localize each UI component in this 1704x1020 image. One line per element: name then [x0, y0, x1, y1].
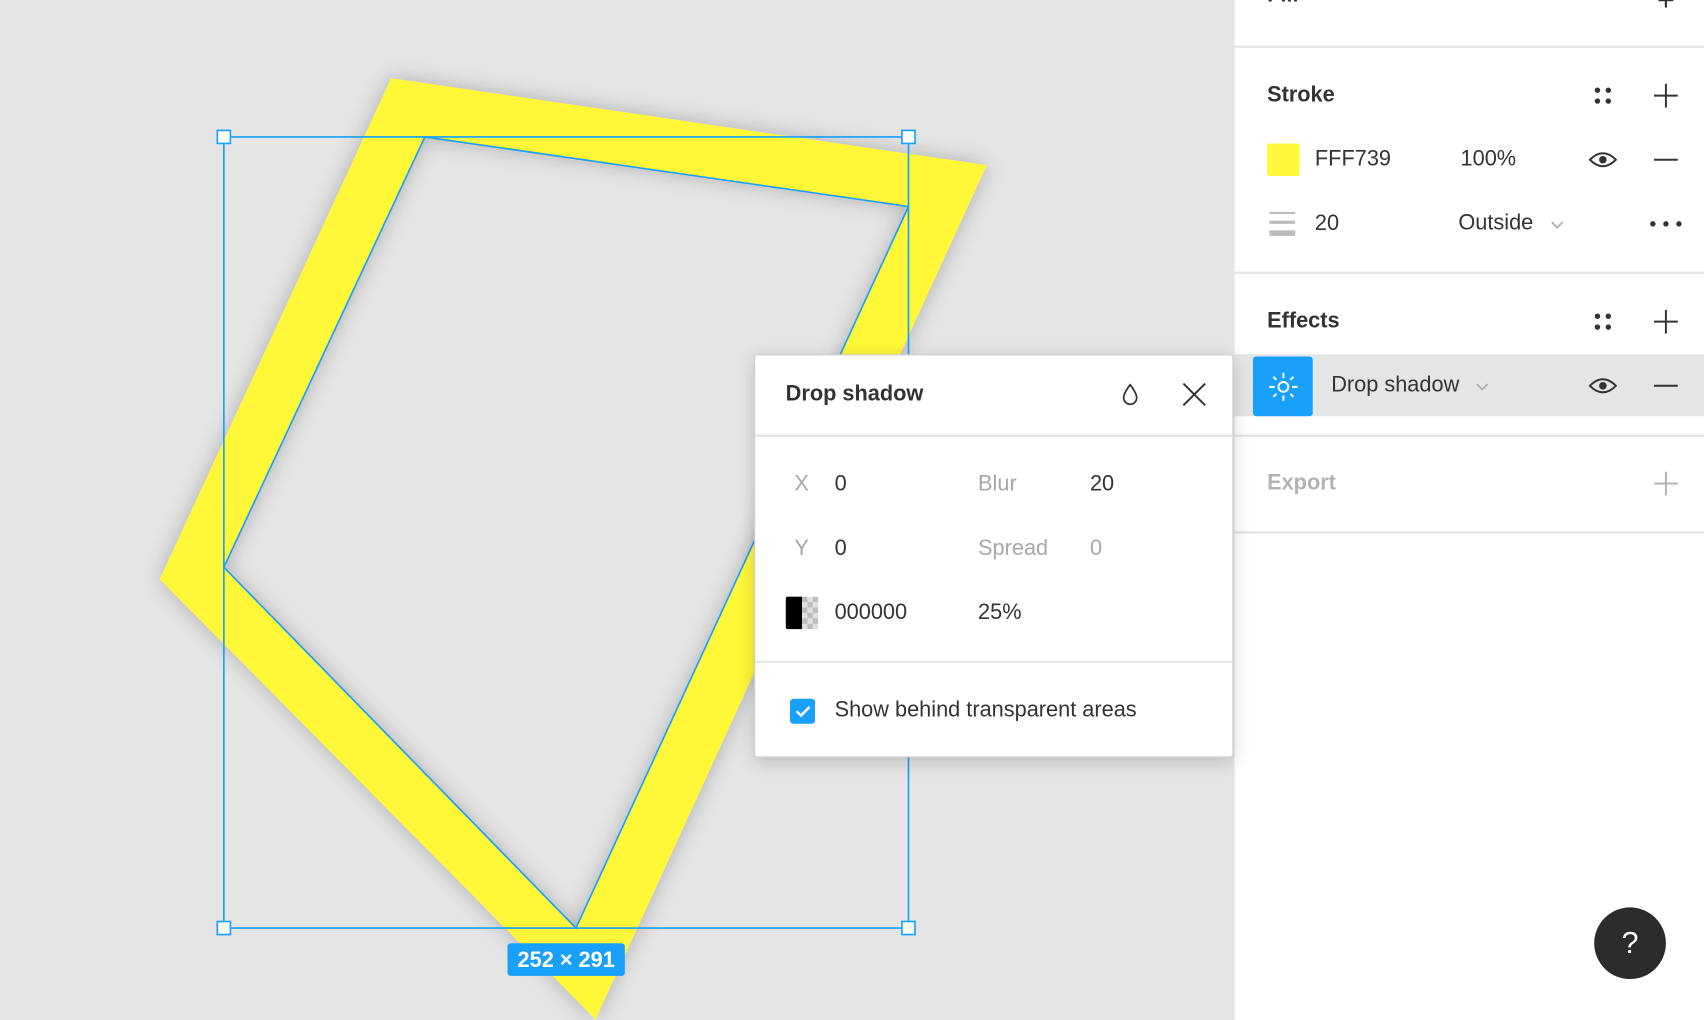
stroke-opacity[interactable]: 100%: [1461, 147, 1517, 172]
fill-heading: Fill: [1267, 0, 1298, 8]
eye-icon[interactable]: [1588, 377, 1618, 394]
x-label: X: [794, 472, 809, 497]
resize-handle-top-left[interactable]: [216, 129, 232, 145]
divider: [1234, 45, 1704, 48]
blend-drop-icon[interactable]: [1121, 383, 1138, 406]
show-behind-transparent-checkbox[interactable]: [790, 698, 816, 724]
help-label: ?: [1621, 925, 1639, 960]
y-offset-input[interactable]: 0: [835, 536, 847, 561]
chevron-down-icon: [1476, 373, 1489, 398]
resize-handle-top-right[interactable]: [901, 129, 916, 145]
shadow-color-hex[interactable]: 000000: [835, 600, 908, 625]
resize-handle-bottom-right[interactable]: [901, 920, 916, 936]
styles-grid-icon[interactable]: [1593, 86, 1613, 106]
help-button[interactable]: ?: [1594, 907, 1666, 980]
effect-type-value: Drop shadow: [1331, 373, 1460, 398]
divider: [755, 660, 1233, 663]
export-heading: Export: [1267, 471, 1336, 495]
stroke-position-dropdown[interactable]: Outside: [1458, 211, 1563, 236]
stroke-weight-icon: [1269, 211, 1296, 237]
blur-input[interactable]: 20: [1090, 472, 1114, 497]
stroke-color-swatch[interactable]: [1267, 143, 1300, 177]
effect-type-dropdown[interactable]: Drop shadow: [1331, 373, 1489, 398]
properties-panel: Fill + Stroke FFF739 100% 20 Outside: [1233, 0, 1704, 1020]
x-offset-input[interactable]: 0: [835, 472, 847, 497]
stroke-color-hex[interactable]: FFF739: [1315, 147, 1391, 172]
divider: [1234, 271, 1704, 274]
close-icon[interactable]: [1182, 382, 1206, 407]
stroke-heading: Stroke: [1267, 83, 1335, 108]
remove-effect-minus-icon[interactable]: [1653, 384, 1678, 388]
y-label: Y: [794, 536, 809, 561]
spread-input[interactable]: 0: [1090, 536, 1102, 561]
shadow-color-swatch[interactable]: [785, 596, 819, 630]
sun-effect-icon: [1268, 372, 1297, 401]
dimension-label: 252 × 291: [518, 947, 615, 972]
chevron-down-icon: [1550, 211, 1563, 236]
popup-title: Drop shadow: [785, 381, 924, 406]
stroke-weight-value[interactable]: 20: [1315, 211, 1339, 236]
stroke-position-value: Outside: [1458, 211, 1534, 236]
effects-heading: Effects: [1267, 309, 1340, 334]
more-options-icon[interactable]: [1650, 221, 1683, 228]
checkmark-icon: [795, 706, 810, 718]
effect-settings-button[interactable]: [1252, 356, 1313, 417]
add-export-plus-icon[interactable]: [1653, 471, 1678, 496]
divider: [1234, 531, 1704, 534]
styles-grid-icon[interactable]: [1593, 312, 1613, 332]
divider: [755, 434, 1233, 437]
divider: [1234, 434, 1704, 437]
shadow-opacity[interactable]: 25%: [978, 600, 1022, 625]
remove-stroke-minus-icon[interactable]: [1653, 158, 1678, 162]
add-fill-plus-icon[interactable]: +: [1657, 0, 1675, 17]
resize-handle-bottom-left[interactable]: [216, 920, 232, 936]
add-effect-plus-icon[interactable]: [1653, 309, 1678, 334]
show-behind-transparent-label[interactable]: Show behind transparent areas: [835, 698, 1137, 723]
add-stroke-plus-icon[interactable]: [1653, 83, 1678, 108]
blur-label: Blur: [978, 472, 1017, 497]
eye-icon[interactable]: [1588, 151, 1618, 168]
spread-label: Spread: [978, 536, 1049, 561]
drop-shadow-popup: Drop shadow X 0 Blur 20 Y 0 Spread 0 000…: [754, 354, 1234, 758]
